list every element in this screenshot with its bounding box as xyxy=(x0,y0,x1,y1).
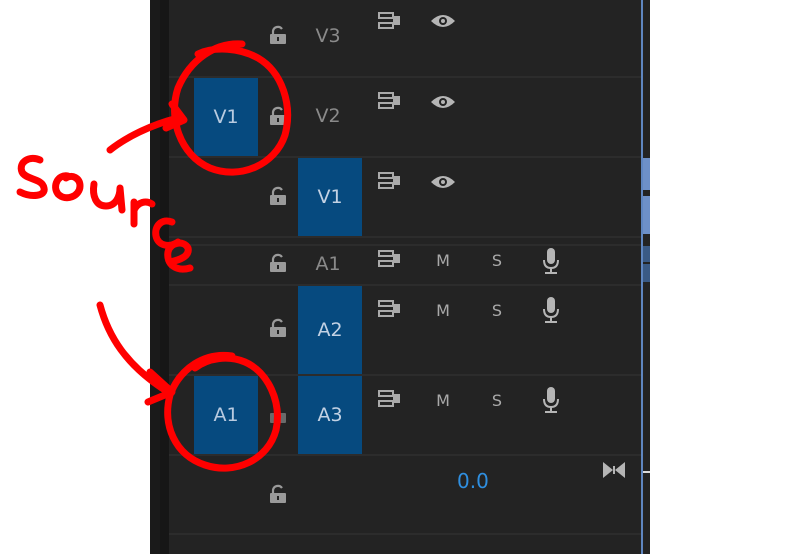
eye-icon[interactable] xyxy=(430,93,456,111)
mute-button[interactable]: M xyxy=(433,391,453,410)
sync-lock-icon[interactable] xyxy=(378,92,402,110)
solo-button[interactable]: S xyxy=(487,251,507,270)
sync-lock-icon[interactable] xyxy=(378,12,402,30)
clip-edge[interactable] xyxy=(643,196,650,234)
panel-edge xyxy=(150,0,160,554)
eye-icon[interactable] xyxy=(430,12,456,30)
sync-lock-icon[interactable] xyxy=(378,172,402,190)
master-marker xyxy=(643,471,650,473)
lock-icon[interactable] xyxy=(268,484,288,504)
source-patch-v1[interactable]: V1 xyxy=(194,78,258,156)
source-patch-a1[interactable]: A1 xyxy=(194,376,258,454)
track-name-v2[interactable]: V2 xyxy=(298,105,358,127)
sync-lock-icon[interactable] xyxy=(378,300,402,318)
clip-edge[interactable] xyxy=(643,158,650,190)
track-name-v3[interactable]: V3 xyxy=(298,25,358,47)
clip-edge[interactable] xyxy=(643,264,650,282)
track-name-a1[interactable]: A1 xyxy=(298,253,358,275)
clip-edge[interactable] xyxy=(643,246,650,262)
microphone-icon[interactable] xyxy=(541,386,561,414)
track-target-a2[interactable]: A2 xyxy=(298,286,362,374)
sync-lock-icon[interactable] xyxy=(378,390,402,408)
eye-icon[interactable] xyxy=(430,173,456,191)
sync-lock-icon[interactable] xyxy=(378,250,402,268)
lock-icon[interactable] xyxy=(268,186,288,206)
track-separator[interactable] xyxy=(169,156,641,158)
mute-button[interactable]: M xyxy=(433,251,453,270)
track-target-v1[interactable]: V1 xyxy=(298,158,362,236)
lock-icon[interactable] xyxy=(268,404,288,424)
bowtie-icon[interactable] xyxy=(602,461,626,479)
microphone-icon[interactable] xyxy=(541,247,561,275)
master-volume-value[interactable]: 0.0 xyxy=(457,469,489,493)
lock-icon[interactable] xyxy=(268,318,288,338)
track-separator[interactable] xyxy=(169,236,641,238)
microphone-icon[interactable] xyxy=(541,296,561,324)
track-separator[interactable] xyxy=(169,454,641,456)
panel-edge-inner xyxy=(160,0,169,554)
video-audio-divider[interactable] xyxy=(169,244,641,246)
lock-icon[interactable] xyxy=(268,25,288,45)
track-separator[interactable] xyxy=(169,284,641,286)
track-separator[interactable] xyxy=(169,533,641,535)
lock-icon[interactable] xyxy=(268,106,288,126)
solo-button[interactable]: S xyxy=(487,391,507,410)
mute-button[interactable]: M xyxy=(433,301,453,320)
track-target-a3[interactable]: A3 xyxy=(298,376,362,454)
solo-button[interactable]: S xyxy=(487,301,507,320)
lock-icon[interactable] xyxy=(268,253,288,273)
